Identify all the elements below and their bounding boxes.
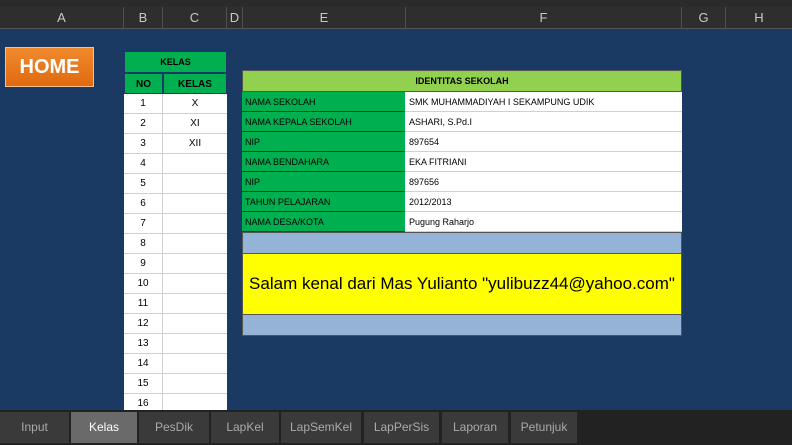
kelas-row: 3 XII [124, 134, 227, 154]
kelas-row-no[interactable]: 2 [124, 114, 163, 134]
kelas-row-no[interactable]: 3 [124, 134, 163, 154]
kelas-header-no: NO [124, 73, 163, 94]
sheet-tab-pesdik[interactable]: PesDik [139, 412, 209, 443]
kelas-row: 14 [124, 354, 227, 374]
identitas-row: NIP 897656 [242, 172, 682, 192]
kelas-row-value[interactable] [163, 274, 227, 294]
identitas-label[interactable]: NAMA DESA/KOTA [242, 212, 405, 232]
kelas-row-no[interactable]: 10 [124, 274, 163, 294]
kelas-row-no[interactable]: 12 [124, 314, 163, 334]
identitas-row: NAMA KEPALA SEKOLAH ASHARI, S.Pd.I [242, 112, 682, 132]
identitas-row: NAMA DESA/KOTA Pugung Raharjo [242, 212, 682, 232]
kelas-row: 13 [124, 334, 227, 354]
kelas-row: 9 [124, 254, 227, 274]
kelas-row-value[interactable]: X [163, 94, 227, 114]
kelas-row-value[interactable] [163, 154, 227, 174]
sheet-tab-petunjuk[interactable]: Petunjuk [511, 412, 577, 443]
sheet-tab-lapkel[interactable]: LapKel [211, 412, 279, 443]
kelas-row: 11 [124, 294, 227, 314]
kelas-row-no[interactable]: 1 [124, 94, 163, 114]
column-header-d[interactable]: D [227, 7, 243, 29]
window-top-bar [0, 0, 792, 7]
blue-band-bottom[interactable] [242, 314, 682, 336]
column-header-b[interactable]: B [124, 7, 163, 29]
kelas-table: KELAS NO KELAS 1 X 2 XI 3 XII 4 5 6 7 8 9 10 11 12 13 14… [124, 51, 227, 414]
identitas-title: IDENTITAS SEKOLAH [242, 70, 682, 92]
column-header-g[interactable]: G [682, 7, 726, 29]
column-header-e[interactable]: E [243, 7, 406, 29]
kelas-row-no[interactable]: 9 [124, 254, 163, 274]
identitas-label[interactable]: NAMA BENDAHARA [242, 152, 405, 172]
kelas-row-value[interactable] [163, 334, 227, 354]
identitas-label[interactable]: NIP [242, 132, 405, 152]
identitas-value[interactable]: 2012/2013 [405, 192, 682, 212]
identitas-value[interactable]: 897656 [405, 172, 682, 192]
kelas-row: 7 [124, 214, 227, 234]
kelas-row-value[interactable] [163, 314, 227, 334]
kelas-row: 12 [124, 314, 227, 334]
sheet-tab-input[interactable]: Input [0, 412, 69, 443]
identitas-row: NAMA BENDAHARA EKA FITRIANI [242, 152, 682, 172]
kelas-row-value[interactable] [163, 194, 227, 214]
column-header-f[interactable]: F [406, 7, 682, 29]
sheet-tab-lappersis[interactable]: LapPerSis [364, 412, 439, 443]
kelas-row-no[interactable]: 7 [124, 214, 163, 234]
kelas-row-value[interactable] [163, 294, 227, 314]
kelas-row-no[interactable]: 13 [124, 334, 163, 354]
sheet-tab-lapsemkel[interactable]: LapSemKel [281, 412, 361, 443]
kelas-header-kelas: KELAS [163, 73, 227, 94]
identitas-sekolah-table: IDENTITAS SEKOLAH NAMA SEKOLAH SMK MUHAMM… [242, 70, 682, 336]
kelas-row: 10 [124, 274, 227, 294]
kelas-table-header: NO KELAS [124, 73, 227, 94]
sheet-tab-kelas[interactable]: Kelas [71, 412, 137, 443]
kelas-row: 5 [124, 174, 227, 194]
kelas-row-no[interactable]: 6 [124, 194, 163, 214]
kelas-row-value[interactable] [163, 174, 227, 194]
identitas-value[interactable]: EKA FITRIANI [405, 152, 682, 172]
column-header-h[interactable]: H [726, 7, 792, 29]
kelas-row-value[interactable] [163, 374, 227, 394]
kelas-row-value[interactable] [163, 234, 227, 254]
identitas-value[interactable]: Pugung Raharjo [405, 212, 682, 232]
kelas-table-title: KELAS [124, 51, 227, 73]
kelas-row-value[interactable]: XI [163, 114, 227, 134]
column-header-bar: A B C D E F G H [0, 7, 792, 29]
kelas-row-no[interactable]: 4 [124, 154, 163, 174]
kelas-row-value[interactable] [163, 214, 227, 234]
identitas-label[interactable]: NIP [242, 172, 405, 192]
identitas-label[interactable]: NAMA KEPALA SEKOLAH [242, 112, 405, 132]
identitas-value[interactable]: ASHARI, S.Pd.I [405, 112, 682, 132]
identitas-label[interactable]: TAHUN PELAJARAN [242, 192, 405, 212]
kelas-row-no[interactable]: 8 [124, 234, 163, 254]
blue-band-top[interactable] [242, 232, 682, 254]
column-header-c[interactable]: C [163, 7, 227, 29]
identitas-label[interactable]: NAMA SEKOLAH [242, 92, 405, 112]
column-header-a[interactable]: A [0, 7, 124, 29]
sheet-tab-laporan[interactable]: Laporan [442, 412, 508, 443]
identitas-row: TAHUN PELAJARAN 2012/2013 [242, 192, 682, 212]
kelas-row-no[interactable]: 5 [124, 174, 163, 194]
home-button[interactable]: HOME [5, 47, 94, 87]
kelas-row-value[interactable] [163, 254, 227, 274]
kelas-row-no[interactable]: 15 [124, 374, 163, 394]
kelas-row: 15 [124, 374, 227, 394]
kelas-row: 4 [124, 154, 227, 174]
identitas-row: NIP 897654 [242, 132, 682, 152]
kelas-row: 2 XI [124, 114, 227, 134]
kelas-row-no[interactable]: 11 [124, 294, 163, 314]
greeting-message[interactable]: Salam kenal dari Mas Yulianto "yulibuzz4… [242, 254, 682, 314]
kelas-row: 1X [124, 94, 227, 114]
kelas-row-no[interactable]: 14 [124, 354, 163, 374]
identitas-value[interactable]: SMK MUHAMMADIYAH I SEKAMPUNG UDIK [405, 92, 682, 112]
kelas-row: 8 [124, 234, 227, 254]
identitas-value[interactable]: 897654 [405, 132, 682, 152]
kelas-row-value[interactable]: XII [163, 134, 227, 154]
sheet-tab-bar: Input Kelas PesDik LapKel LapSemKel LapPerSis… [0, 410, 792, 445]
kelas-row: 6 [124, 194, 227, 214]
identitas-row: NAMA SEKOLAH SMK MUHAMMADIYAH I SEKAMPUNG… [242, 92, 682, 112]
kelas-row-value[interactable] [163, 354, 227, 374]
